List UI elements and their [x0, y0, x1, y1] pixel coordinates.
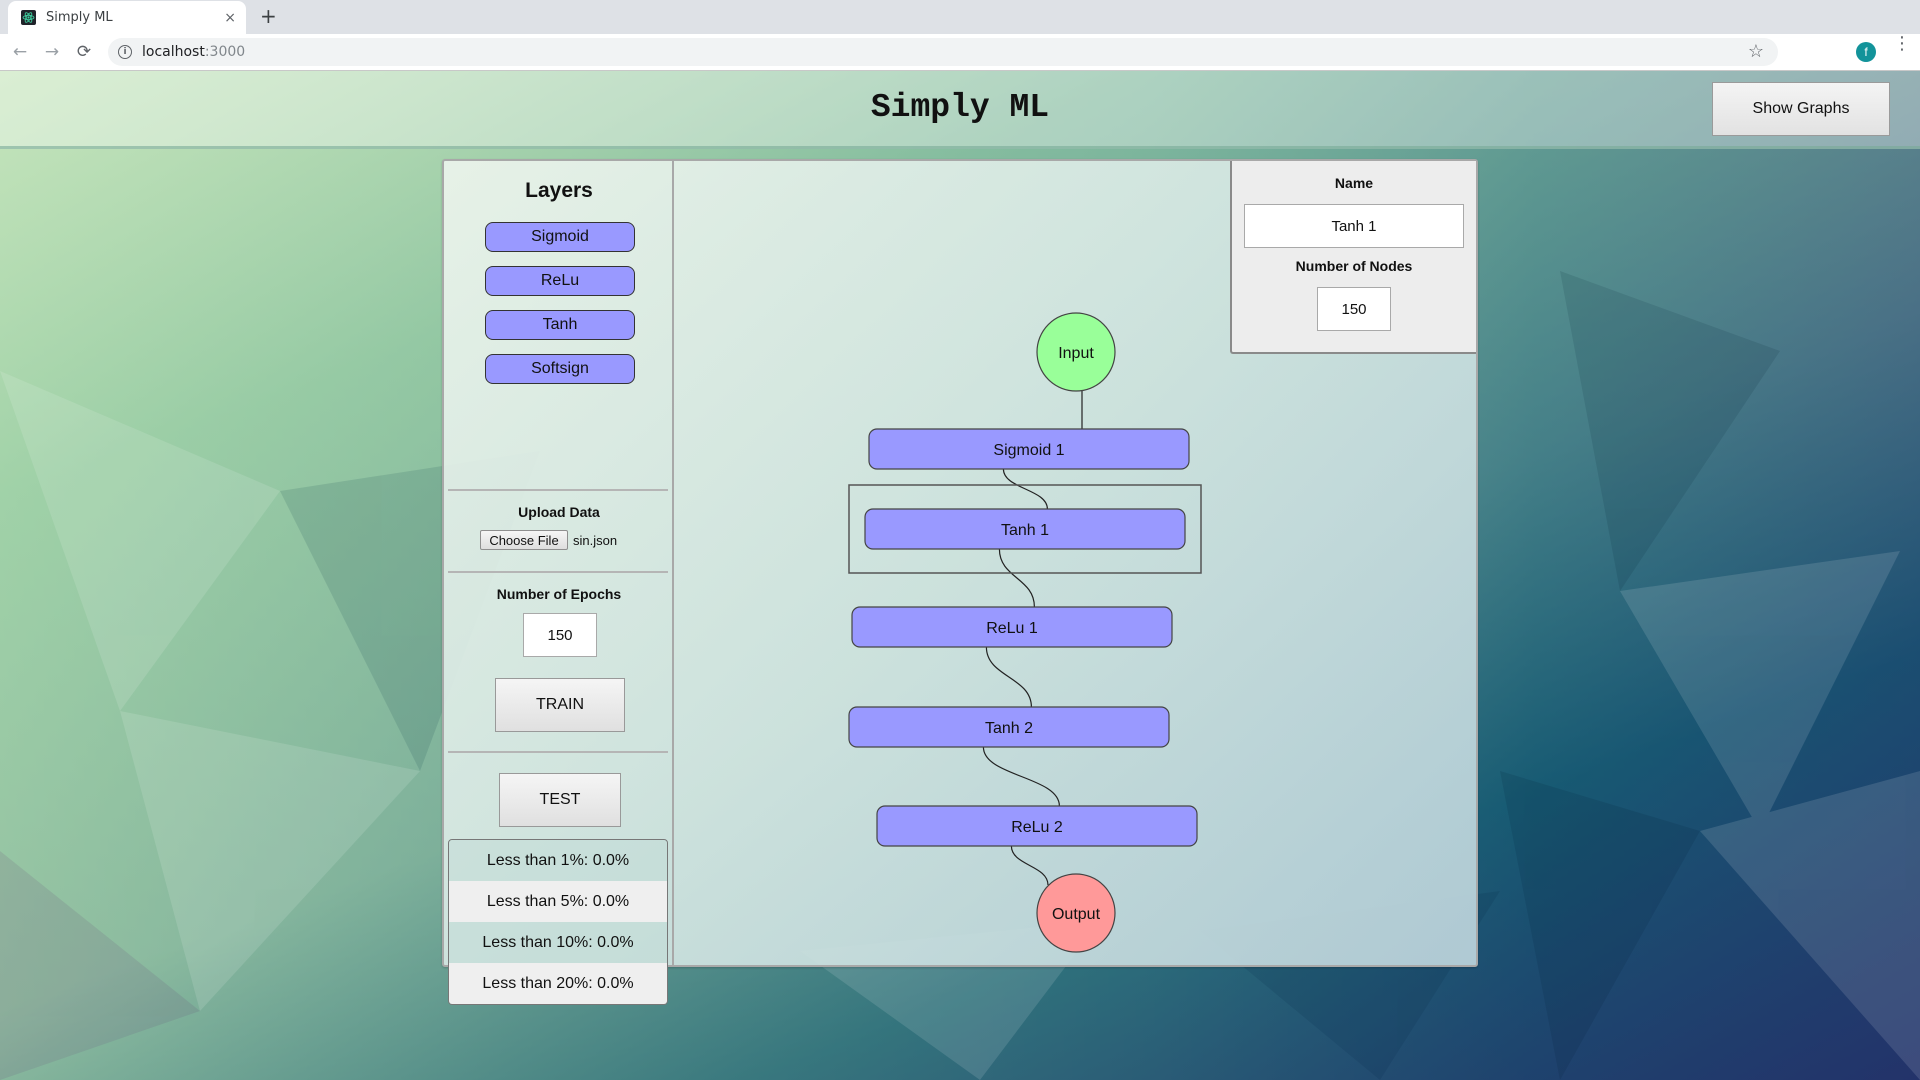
- edge-relu1-tanh2: [985, 646, 1032, 708]
- add-tanh-layer-button[interactable]: Tanh: [485, 310, 635, 340]
- main-panel: Layers Sigmoid ReLu Tanh Softsign Upload…: [442, 159, 1478, 1005]
- url-host: localhost: [142, 44, 205, 60]
- epochs-label: Number of Epochs: [496, 586, 622, 602]
- graph-node-output[interactable]: Output: [1036, 873, 1116, 953]
- back-arrow-icon[interactable]: ←: [8, 40, 32, 64]
- add-relu-layer-button[interactable]: ReLu: [485, 266, 635, 296]
- edge-tanh2-relu2: [982, 746, 1060, 807]
- node-label: Tanh 1: [1001, 522, 1049, 539]
- url-port: :3000: [204, 44, 246, 60]
- result-row: Less than 10%: 0.0%: [449, 922, 667, 963]
- graph-node-tanh1[interactable]: Tanh 1: [864, 508, 1186, 550]
- node-label: Tanh 2: [985, 720, 1033, 737]
- number-of-nodes-input[interactable]: [1317, 287, 1391, 331]
- result-row: Less than 20%: 0.0%: [449, 963, 667, 1004]
- number-of-nodes-label: Number of Nodes: [1295, 258, 1413, 274]
- result-row: Less than 1%: 0.0%: [449, 840, 667, 881]
- browser-toolbar: ← → ⟳ i localhost:3000 ☆ f ⋮: [0, 34, 1920, 71]
- selected-file-name: sin.json: [573, 532, 618, 548]
- graph-node-tanh2[interactable]: Tanh 2: [848, 706, 1170, 748]
- profile-avatar[interactable]: f: [1856, 42, 1876, 62]
- app-header: Simply ML Show Graphs: [0, 71, 1920, 149]
- test-button[interactable]: TEST: [499, 773, 621, 827]
- close-tab-icon[interactable]: ×: [224, 10, 236, 26]
- layers-sidebar: Layers Sigmoid ReLu Tanh Softsign Upload…: [444, 161, 674, 1005]
- browser-tab[interactable]: Simply ML ×: [8, 1, 246, 34]
- result-row: Less than 5%: 0.0%: [449, 881, 667, 922]
- browser-menu-icon[interactable]: ⋮: [1893, 35, 1911, 53]
- bookmark-star-icon[interactable]: ☆: [1748, 41, 1764, 62]
- name-label: Name: [1334, 175, 1374, 191]
- node-label: ReLu 1: [986, 620, 1038, 637]
- graph-node-input[interactable]: Input: [1036, 312, 1116, 392]
- info-icon[interactable]: i: [118, 45, 132, 59]
- file-upload: Choose File sin.json: [480, 530, 617, 550]
- layer-name-input[interactable]: [1244, 204, 1464, 248]
- graph-node-relu2[interactable]: ReLu 2: [876, 805, 1198, 847]
- browser-tabstrip: Simply ML × +: [0, 0, 1920, 34]
- reload-icon[interactable]: ⟳: [72, 40, 96, 64]
- add-sigmoid-layer-button[interactable]: Sigmoid: [485, 222, 635, 252]
- choose-file-button[interactable]: Choose File: [480, 530, 568, 550]
- layers-title: Layers: [525, 179, 593, 202]
- app-title: Simply ML: [870, 89, 1050, 126]
- layer-properties-panel: Name Number of Nodes: [1230, 161, 1476, 354]
- forward-arrow-icon[interactable]: →: [40, 40, 64, 64]
- graph-node-sigmoid1[interactable]: Sigmoid 1: [868, 428, 1190, 470]
- upload-data-label: Upload Data: [518, 504, 600, 520]
- divider: [448, 571, 668, 573]
- react-logo-icon: [21, 10, 36, 25]
- divider: [448, 489, 668, 491]
- node-label: Output: [1052, 906, 1101, 923]
- edge-relu2-output: [1010, 845, 1049, 886]
- node-label: Sigmoid 1: [993, 442, 1064, 459]
- edge-tanh1-relu1: [998, 548, 1035, 608]
- add-softsign-layer-button[interactable]: Softsign: [485, 354, 635, 384]
- test-results-list: Less than 1%: 0.0% Less than 5%: 0.0% Le…: [448, 839, 668, 1005]
- show-graphs-button[interactable]: Show Graphs: [1712, 82, 1890, 136]
- node-label: Input: [1058, 345, 1094, 362]
- divider: [448, 751, 668, 753]
- tab-title: Simply ML: [46, 10, 113, 25]
- node-label: ReLu 2: [1011, 819, 1063, 836]
- train-button[interactable]: TRAIN: [495, 678, 625, 732]
- graph-node-relu1[interactable]: ReLu 1: [851, 606, 1173, 648]
- edge-sigmoid1-tanh1: [1002, 468, 1048, 510]
- address-bar[interactable]: i localhost:3000 ☆: [108, 38, 1778, 66]
- new-tab-icon[interactable]: +: [260, 4, 277, 28]
- epochs-input[interactable]: [523, 613, 597, 657]
- page-viewport: Simply ML Show Graphs Layers Sigmoid ReL…: [0, 71, 1920, 1080]
